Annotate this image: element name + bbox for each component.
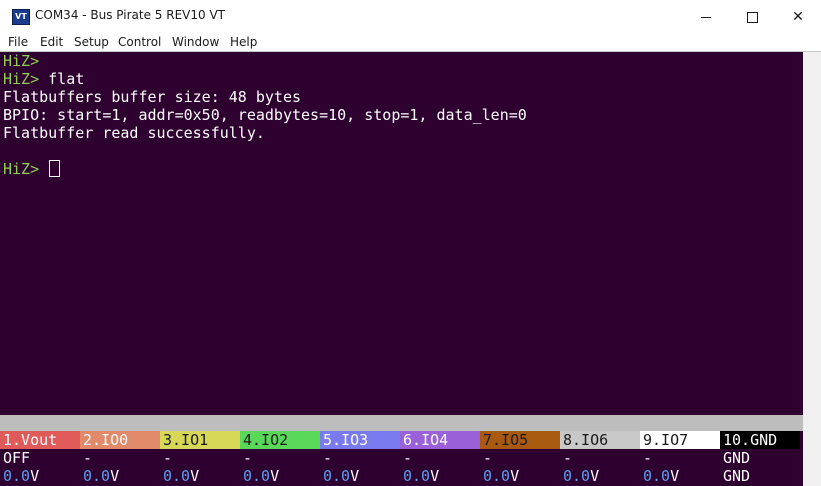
prompt: HiZ>: [3, 70, 40, 88]
pin-label: 7.IO5: [480, 431, 560, 449]
pin-label: 8.IO6: [560, 431, 640, 449]
pin-column: 4.IO2 - 0.0V: [240, 431, 320, 486]
line-text: Flatbuffer read successfully.: [3, 124, 265, 142]
pin-column: 2.IO0 - 0.0V: [80, 431, 160, 486]
pin-column: 6.IO4 - 0.0V: [400, 431, 480, 486]
voltage-value: 0.0: [483, 467, 511, 485]
voltage-unit: V: [30, 467, 40, 485]
pin-label: 6.IO4: [400, 431, 480, 449]
menu-setup[interactable]: Setup: [74, 34, 109, 50]
voltage-value: 0.0: [403, 467, 431, 485]
pin-voltage: 0.0V: [643, 467, 679, 485]
pin-state: -: [403, 449, 413, 467]
terminal-line: Flatbuffers buffer size: 48 bytes: [3, 88, 301, 106]
pin-state: -: [323, 449, 333, 467]
pin-column: 8.IO6 - 0.0V: [560, 431, 640, 486]
maximize-button[interactable]: [729, 0, 775, 34]
line-text: Flatbuffers buffer size: 48 bytes: [3, 88, 302, 106]
pin-label: 10.GND: [720, 431, 800, 449]
terminal-line: HiZ> flat: [3, 70, 84, 88]
menu-edit[interactable]: Edit: [40, 34, 63, 50]
voltage-value: 0.0: [323, 467, 351, 485]
pin-state: -: [643, 449, 653, 467]
pin-voltage: 0.0V: [323, 467, 359, 485]
pin-column: 10.GND GND GND: [720, 431, 800, 486]
title-bar[interactable]: VT COM34 - Bus Pirate 5 REV10 VT ✕: [0, 0, 821, 34]
pin-voltage: 0.0V: [3, 467, 39, 485]
pin-voltage: 0.0V: [483, 467, 519, 485]
pin-state: -: [243, 449, 253, 467]
pin-state: -: [483, 449, 493, 467]
vertical-scrollbar[interactable]: [803, 52, 821, 486]
pin-label: 2.IO0: [80, 431, 160, 449]
terminal-line: HiZ>: [3, 52, 39, 70]
menu-help[interactable]: Help: [230, 34, 257, 50]
pin-column: 7.IO5 - 0.0V: [480, 431, 560, 486]
voltage-unit: V: [270, 467, 280, 485]
pin-column: 5.IO3 - 0.0V: [320, 431, 400, 486]
pin-voltage: GND: [723, 467, 750, 485]
voltage-value: 0.0: [243, 467, 271, 485]
close-button[interactable]: ✕: [775, 0, 821, 34]
pin-state: -: [163, 449, 173, 467]
pin-state: -: [83, 449, 93, 467]
line-text: flat: [39, 70, 85, 88]
voltage-unit: V: [590, 467, 600, 485]
pin-label: 4.IO2: [240, 431, 320, 449]
minimize-icon: [701, 16, 711, 18]
close-icon: ✕: [792, 9, 804, 25]
minimize-button[interactable]: [683, 0, 729, 34]
terminal-line: HiZ>: [3, 160, 61, 178]
terminal-area[interactable]: HiZ> HiZ> flat Flatbuffers buffer size: …: [0, 52, 803, 415]
terminal-line: Flatbuffer read successfully.: [3, 124, 265, 142]
pin-voltage: 0.0V: [403, 467, 439, 485]
pin-label: 1.Vout: [0, 431, 80, 449]
menu-bar: File Edit Setup Control Window Help: [0, 34, 821, 51]
voltage-value: 0.0: [643, 467, 671, 485]
prompt: HiZ>: [3, 160, 40, 178]
voltage-unit: V: [350, 467, 360, 485]
pin-state: OFF: [3, 449, 31, 467]
menu-window[interactable]: Window: [172, 34, 219, 50]
status-strip: [0, 415, 803, 431]
pin-voltage: 0.0V: [563, 467, 599, 485]
pin-status-bar: 1.Vout OFF 0.0V 2.IO0 - 0.0V 3.IO1 - 0.0…: [0, 431, 803, 486]
pin-voltage: 0.0V: [83, 467, 119, 485]
pin-column: 1.Vout OFF 0.0V: [0, 431, 80, 486]
line-text: [39, 160, 48, 178]
pin-state: -: [563, 449, 573, 467]
pin-column: 3.IO1 - 0.0V: [160, 431, 240, 486]
prompt: HiZ>: [3, 52, 40, 70]
vt-terminal-icon[interactable]: VT: [12, 9, 30, 25]
voltage-value: 0.0: [83, 467, 111, 485]
maximize-icon: [746, 11, 758, 23]
menu-control[interactable]: Control: [118, 34, 161, 50]
pin-label: 5.IO3: [320, 431, 400, 449]
pin-label: 9.IO7: [640, 431, 720, 449]
voltage-value: 0.0: [163, 467, 191, 485]
terminal-line: BPIO: start=1, addr=0x50, readbytes=10, …: [3, 106, 527, 124]
voltage-unit: V: [110, 467, 120, 485]
menu-file[interactable]: File: [8, 34, 28, 50]
pin-voltage: 0.0V: [243, 467, 279, 485]
window-title: COM34 - Bus Pirate 5 REV10 VT: [35, 8, 226, 22]
voltage-value: 0.0: [3, 467, 31, 485]
pin-column: 9.IO7 - 0.0V: [640, 431, 720, 486]
voltage-value: 0.0: [563, 467, 591, 485]
voltage-unit: V: [670, 467, 680, 485]
voltage-unit: V: [190, 467, 200, 485]
pin-voltage: 0.0V: [163, 467, 199, 485]
voltage-value: GND: [723, 467, 751, 485]
pin-label: 3.IO1: [160, 431, 240, 449]
text-cursor: [49, 160, 61, 177]
pin-state: GND: [723, 449, 751, 467]
voltage-unit: V: [510, 467, 520, 485]
voltage-unit: V: [430, 467, 440, 485]
line-text: BPIO: start=1, addr=0x50, readbytes=10, …: [3, 106, 527, 124]
